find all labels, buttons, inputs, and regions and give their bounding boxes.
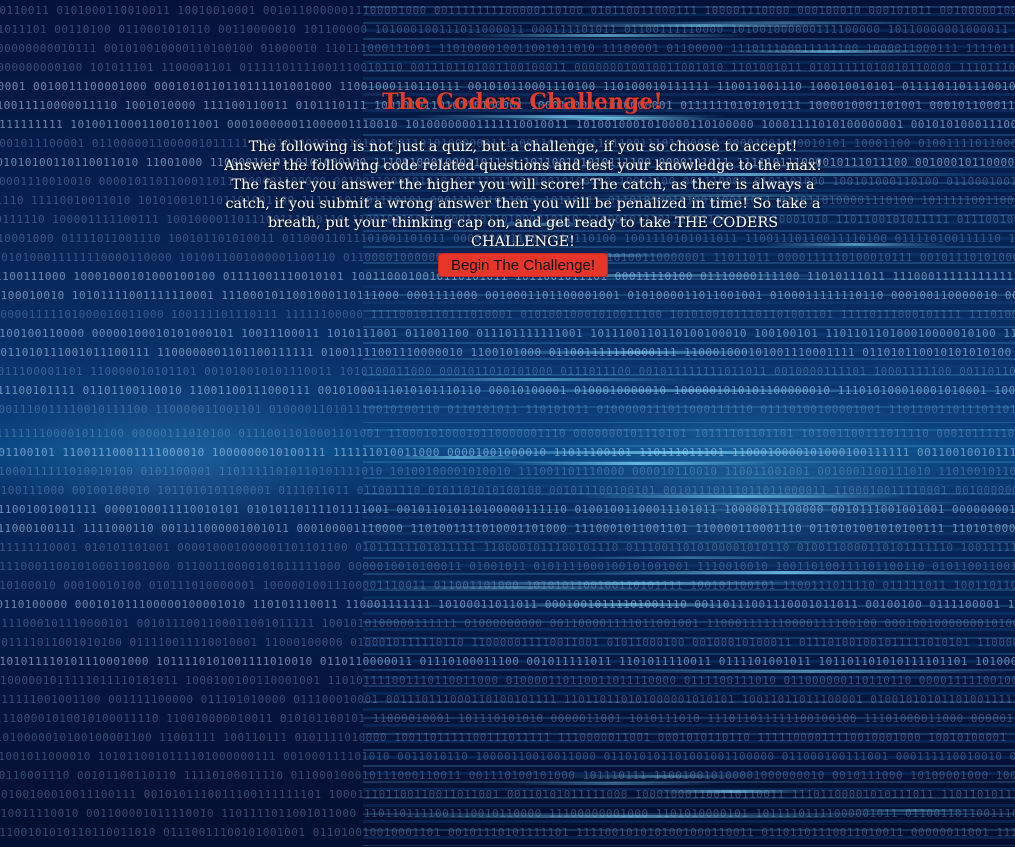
intro-text: The following is not just a quiz, but a …	[224, 139, 822, 250]
begin-challenge-button[interactable]: Begin The Challenge!	[438, 253, 608, 277]
main-content: The Coders Challenge! The following is n…	[0, 0, 1015, 847]
page-title: The Coders Challenge!	[382, 89, 663, 115]
